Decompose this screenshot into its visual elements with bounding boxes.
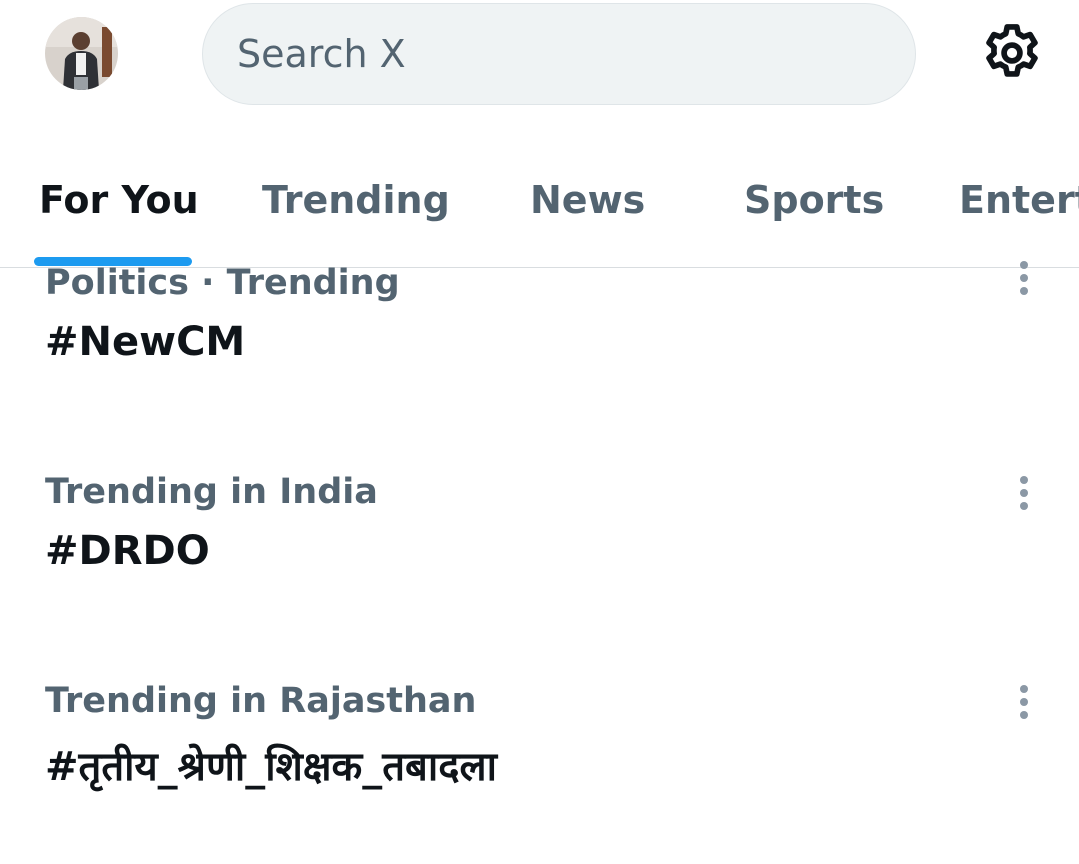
more-vertical-icon[interactable] — [1004, 259, 1044, 307]
tab-for-you[interactable]: For You — [39, 178, 199, 222]
more-vertical-icon[interactable] — [1004, 683, 1044, 731]
gear-icon[interactable] — [978, 19, 1046, 87]
trend-context: Trending in Rajasthan — [45, 681, 477, 721]
trend-item[interactable]: Trending in Rajasthan #तृतीय_श्रेणी_शिक्… — [0, 681, 1079, 864]
tab-sports[interactable]: Sports — [744, 178, 884, 222]
search-bar[interactable] — [202, 3, 916, 105]
profile-avatar[interactable] — [45, 17, 118, 90]
search-input[interactable] — [237, 32, 915, 76]
explore-screen: For You Trending News Sports Entert Poli… — [0, 0, 1079, 864]
trend-item[interactable]: Trending in India #DRDO — [0, 472, 1079, 677]
trend-context: Trending in India — [45, 472, 378, 512]
tab-trending[interactable]: Trending — [262, 178, 450, 222]
trend-hashtag[interactable]: #NewCM — [45, 319, 245, 365]
trend-hashtag[interactable]: #DRDO — [45, 528, 210, 574]
tab-news[interactable]: News — [530, 178, 645, 222]
tab-entertainment[interactable]: Entert — [959, 178, 1079, 222]
more-vertical-icon[interactable] — [1004, 474, 1044, 522]
trend-hashtag[interactable]: #तृतीय_श्रेणी_शिक्षक_तबादला — [45, 737, 497, 792]
avatar-photo — [45, 17, 118, 90]
explore-tabs: For You Trending News Sports Entert — [0, 150, 1079, 268]
trend-context: Politics · Trending — [45, 263, 400, 303]
trend-item[interactable]: Politics · Trending #NewCM — [0, 261, 1079, 468]
